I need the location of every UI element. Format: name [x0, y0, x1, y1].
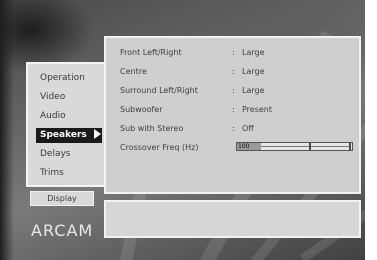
display-button[interactable]: Display	[30, 191, 94, 206]
left-shadow	[0, 0, 14, 260]
separator: :	[232, 48, 235, 57]
separator: :	[232, 86, 235, 95]
menu-item-operation[interactable]: Operation	[36, 71, 102, 86]
setting-label: Subwoofer	[120, 105, 163, 114]
menu-item-speakers[interactable]: Speakers	[36, 128, 102, 143]
slider-end-tick	[349, 143, 351, 150]
setting-value: Large	[242, 48, 265, 57]
slider-value: 100	[237, 143, 261, 150]
menu-item-audio[interactable]: Audio	[36, 109, 102, 124]
separator: :	[232, 67, 235, 76]
setting-value: Large	[242, 67, 265, 76]
setting-value: Present	[242, 105, 273, 114]
setting-label: Crossover Freq (Hz)	[120, 143, 199, 152]
info-panel	[104, 200, 361, 238]
selection-arrow-icon	[94, 129, 101, 139]
speaker-settings-panel: Front Left/Right : Large Centre : Large …	[104, 36, 361, 194]
right-edge	[365, 0, 377, 260]
separator: :	[232, 105, 235, 114]
setting-label: Centre	[120, 67, 147, 76]
main-menu: Operation Video Audio Speakers Delays Tr…	[26, 62, 106, 187]
setting-value: Off	[242, 124, 254, 133]
setting-label: Front Left/Right	[120, 48, 182, 57]
setting-label: Sub with Stereo	[120, 124, 184, 133]
menu-item-trims[interactable]: Trims	[36, 166, 102, 181]
arcam-logo: ARCAM	[31, 221, 94, 240]
separator: :	[232, 124, 235, 133]
setting-label: Surround Left/Right	[120, 86, 198, 95]
crossover-slider[interactable]: 100	[236, 142, 353, 151]
setting-value: Large	[242, 86, 265, 95]
menu-item-video[interactable]: Video	[36, 90, 102, 105]
menu-item-delays[interactable]: Delays	[36, 147, 102, 162]
slider-handle[interactable]	[309, 143, 311, 150]
